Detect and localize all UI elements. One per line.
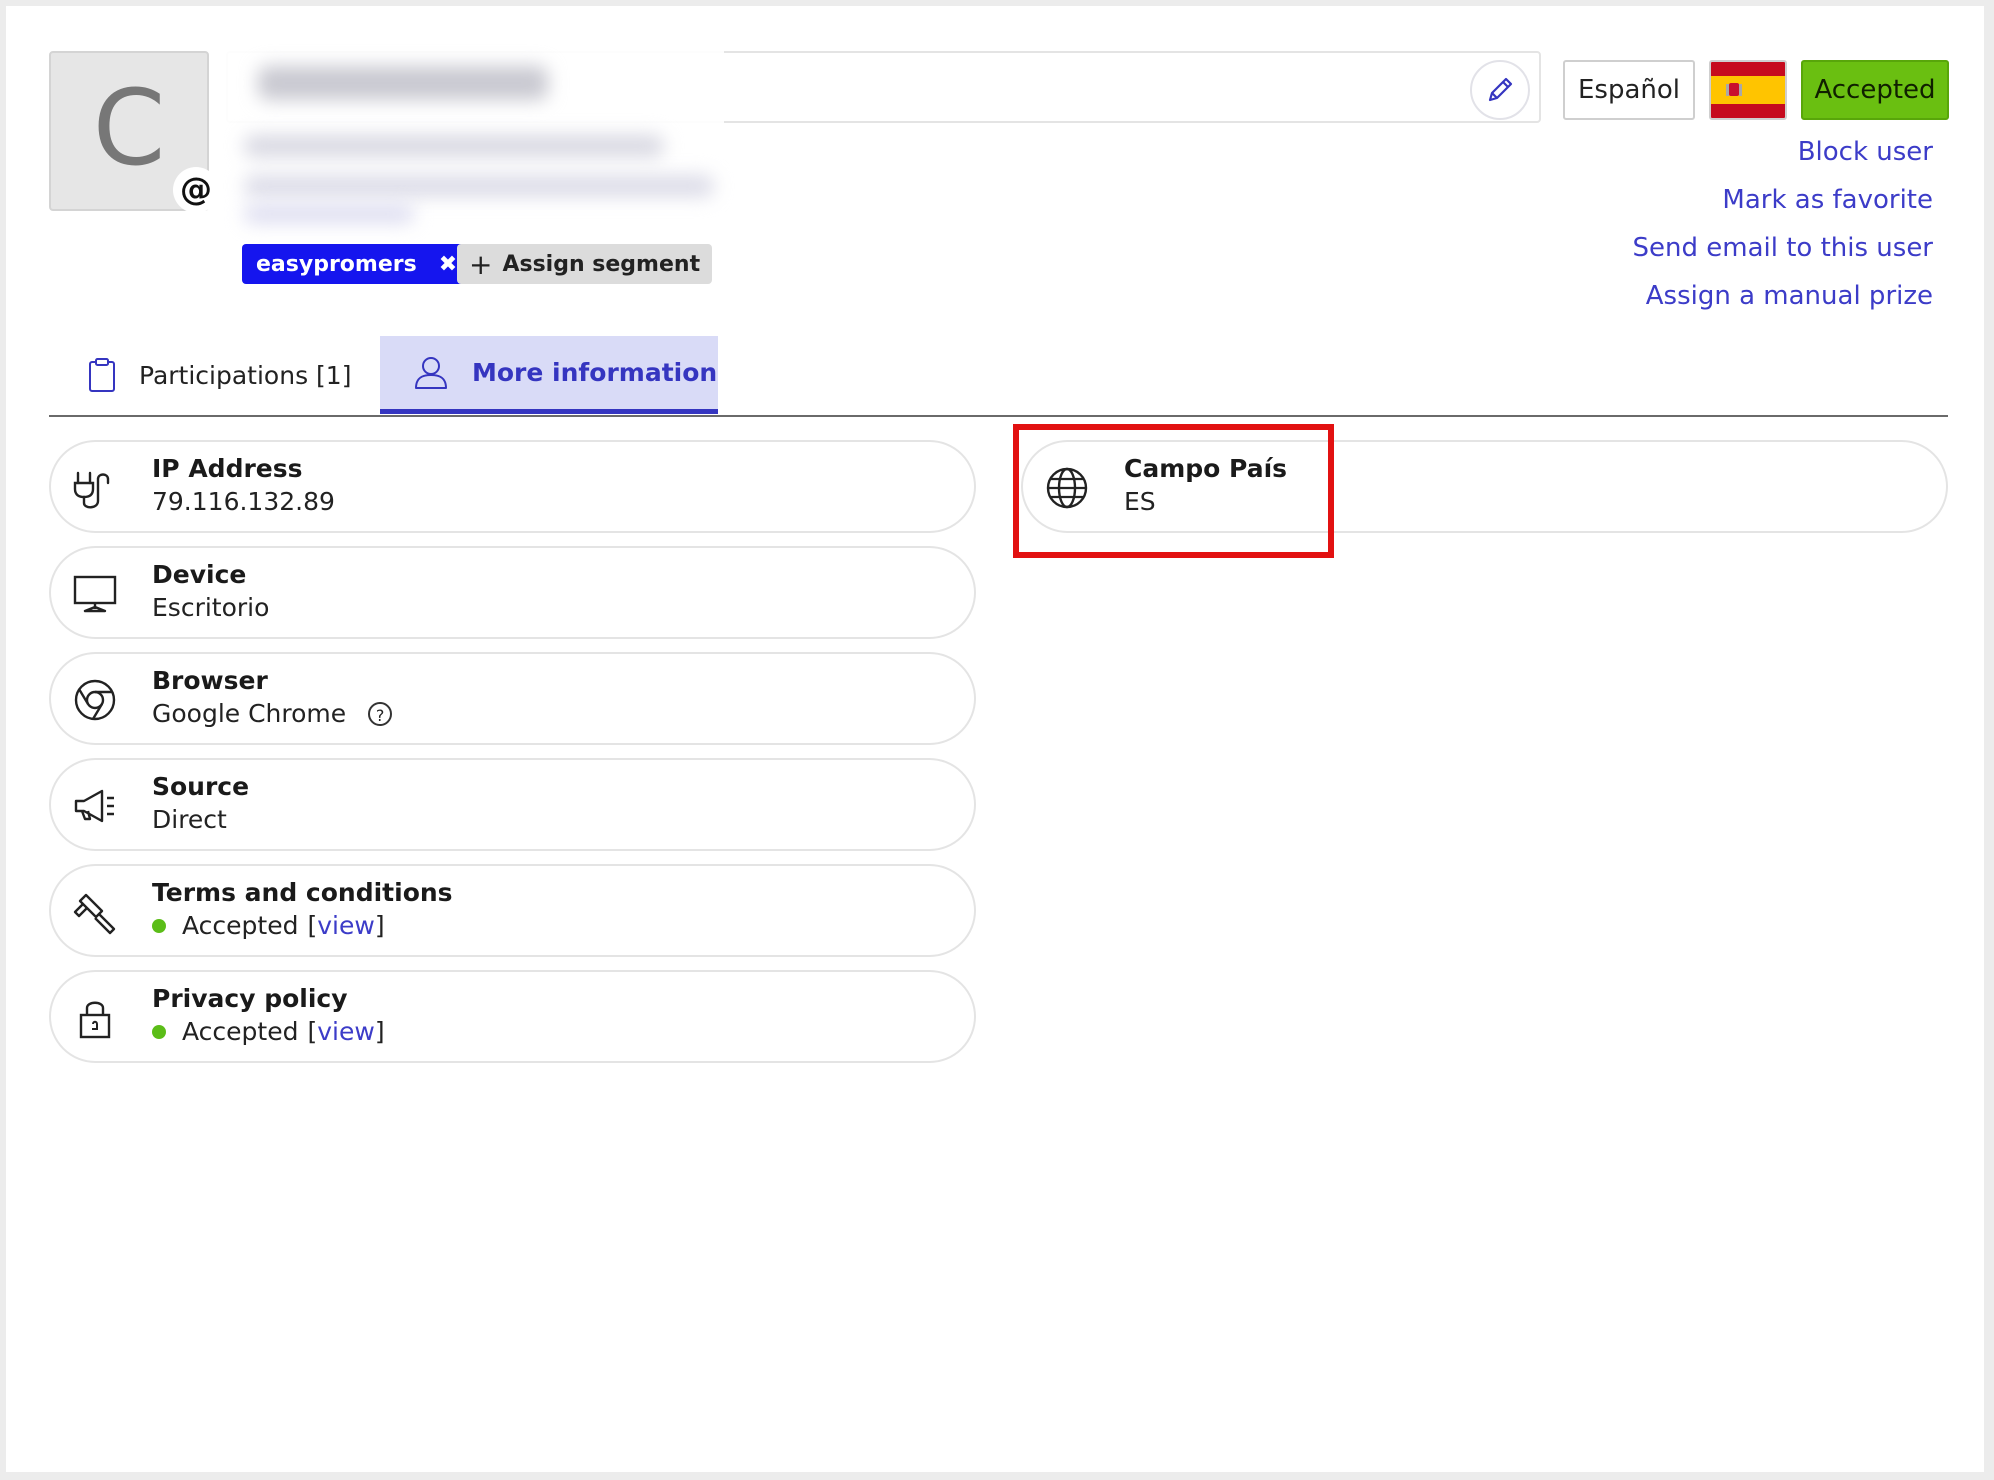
status-accepted-button[interactable]: Accepted <box>1801 60 1949 120</box>
ip-value: 79.116.132.89 <box>152 487 335 516</box>
tab-more-information[interactable]: More information <box>380 336 718 414</box>
info-card-browser: Browser Google Chrome ? <box>49 652 976 745</box>
help-icon[interactable]: ? <box>368 701 393 726</box>
privacy-link-close: ] <box>374 1017 385 1046</box>
terms-status: Accepted <box>182 911 299 940</box>
edit-button[interactable] <box>1470 60 1530 120</box>
assign-segment-button[interactable]: + Assign segment <box>457 244 713 284</box>
monitor-icon <box>71 570 119 618</box>
language-button[interactable]: Español <box>1563 60 1695 120</box>
terms-link-open: [ <box>307 911 318 940</box>
avatar[interactable]: C @ <box>49 51 219 213</box>
info-card-terms: Terms and conditions Accepted [ view ] <box>49 864 976 957</box>
privacy-title: Privacy policy <box>152 984 348 1013</box>
terms-status-row: Accepted [ view ] <box>152 911 385 940</box>
gavel-icon <box>71 888 119 936</box>
highlight-box <box>1013 424 1334 558</box>
device-value: Escritorio <box>152 593 270 622</box>
plug-icon <box>71 464 119 512</box>
terms-title: Terms and conditions <box>152 878 453 907</box>
spain-flag-icon[interactable] <box>1709 60 1787 120</box>
status-dot-icon <box>152 1024 166 1039</box>
status-dot-icon <box>152 918 166 933</box>
terms-link-close: ] <box>374 911 385 940</box>
privacy-status: Accepted <box>182 1017 299 1046</box>
user-icon <box>415 356 447 389</box>
tab-more-information-label: More information <box>472 358 718 387</box>
lock-icon <box>71 994 119 1042</box>
privacy-status-row: Accepted [ view ] <box>152 1017 385 1046</box>
privacy-link-open: [ <box>307 1017 318 1046</box>
browser-title: Browser <box>152 666 268 695</box>
segment-chip[interactable]: easypromers ✖ <box>242 244 472 284</box>
source-value: Direct <box>152 805 227 834</box>
assign-prize-link[interactable]: Assign a manual prize <box>1633 272 1933 320</box>
tabs-divider <box>49 415 1948 417</box>
browser-value: Google Chrome <box>152 699 347 728</box>
mark-favorite-link[interactable]: Mark as favorite <box>1633 176 1933 224</box>
tab-participations[interactable]: Participations [1] <box>49 336 376 414</box>
privacy-view-link[interactable]: view <box>317 1017 375 1046</box>
device-title: Device <box>152 560 247 589</box>
segment-label: easypromers <box>256 251 417 277</box>
remove-segment-icon[interactable]: ✖ <box>439 252 457 277</box>
megaphone-icon <box>71 782 119 830</box>
info-card-device: Device Escritorio <box>49 546 976 639</box>
user-actions: Block user Mark as favorite Send email t… <box>1633 128 1934 320</box>
info-card-source: Source Direct <box>49 758 976 851</box>
browser-value-row: Google Chrome ? <box>152 699 393 728</box>
info-card-privacy: Privacy policy Accepted [ view ] <box>49 970 976 1063</box>
assign-segment-label: Assign segment <box>502 251 701 277</box>
plus-icon: + <box>469 247 493 281</box>
tab-participations-label: Participations [1] <box>139 360 352 390</box>
chrome-icon <box>71 676 119 724</box>
terms-view-link[interactable]: view <box>317 911 375 940</box>
redacted-user-details <box>224 40 724 235</box>
page: C @ Español Accepted Block user Mark as … <box>6 6 1984 1472</box>
ip-title: IP Address <box>152 454 303 483</box>
block-user-link[interactable]: Block user <box>1633 128 1933 176</box>
source-title: Source <box>152 772 250 801</box>
pencil-icon <box>1488 77 1513 102</box>
info-card-ip: IP Address 79.116.132.89 <box>49 440 976 533</box>
email-badge-icon: @ <box>173 167 219 213</box>
send-email-link[interactable]: Send email to this user <box>1633 224 1934 272</box>
clipboard-icon <box>89 358 115 392</box>
